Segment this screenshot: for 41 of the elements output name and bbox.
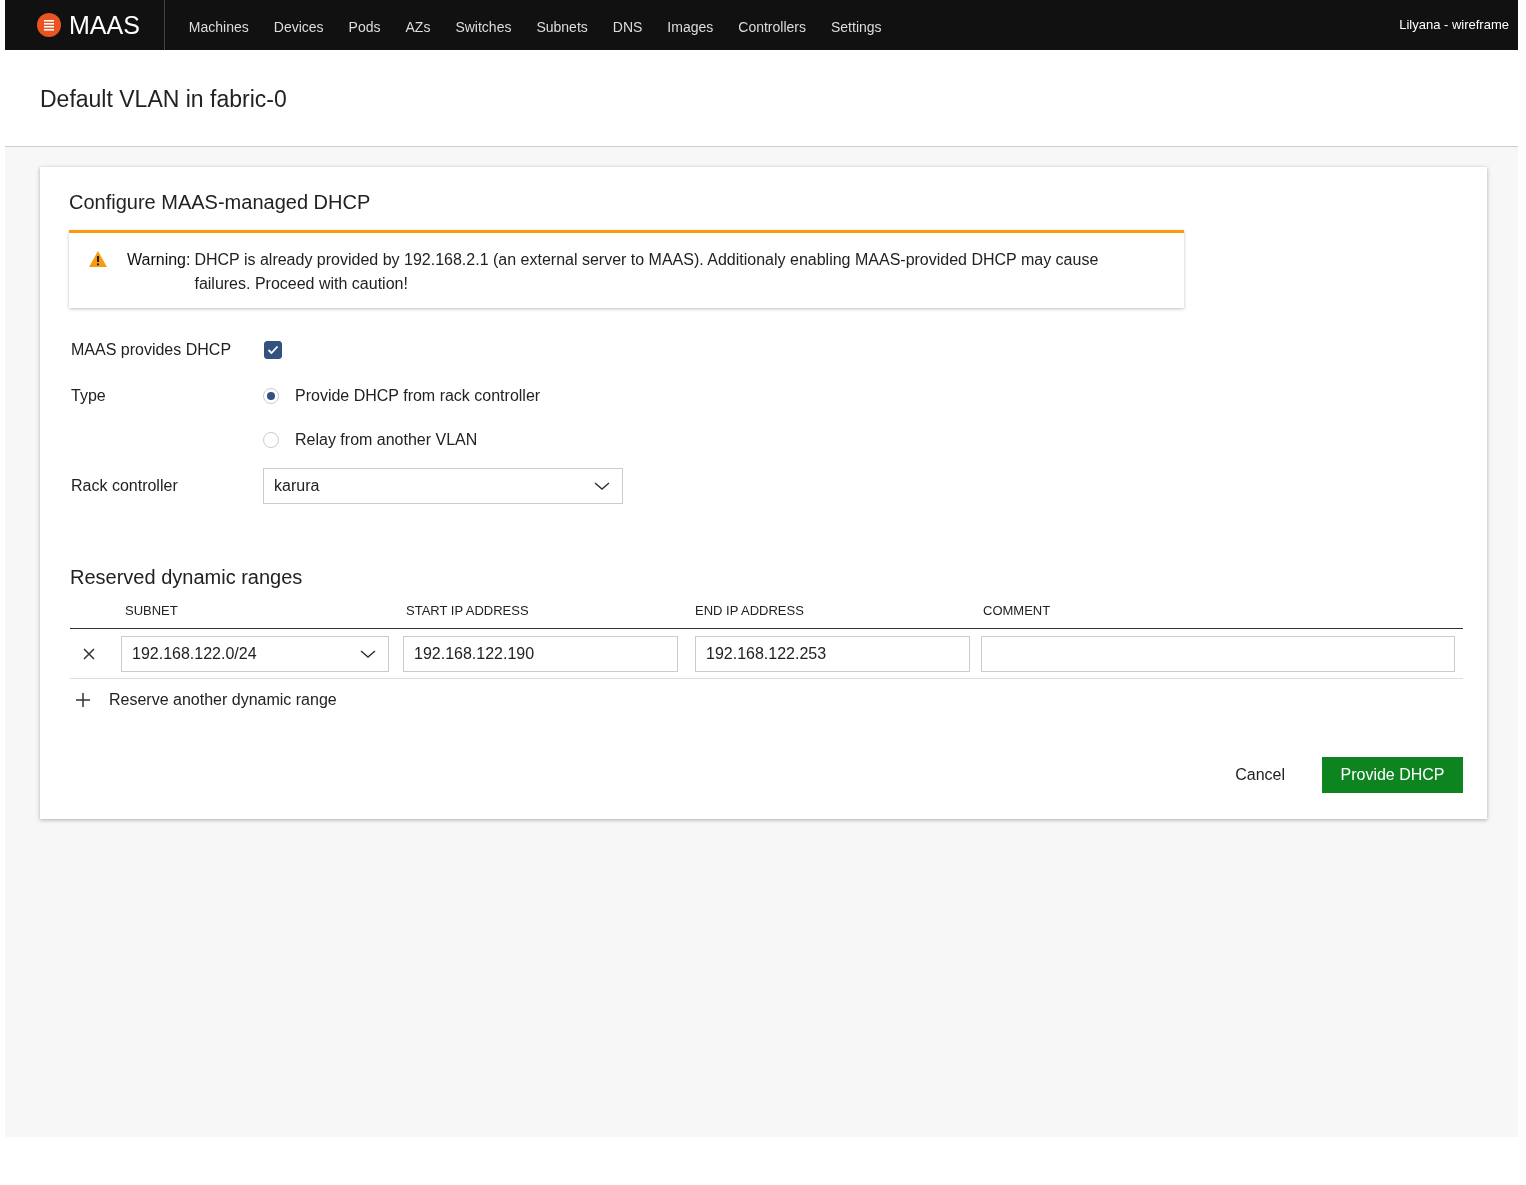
field-label: MAAS provides DHCP: [70, 340, 233, 360]
warning-icon: [88, 250, 108, 268]
nav-link[interactable]: Pods: [348, 19, 381, 35]
warning-label: Warning:: [127, 250, 191, 270]
rack-controller-select[interactable]: karura: [263, 468, 623, 504]
column-header: SUBNET: [124, 603, 179, 618]
column-header: START IP ADDRESS: [405, 603, 530, 618]
field-label: Type: [70, 386, 107, 406]
field-label: Rack controller: [70, 476, 179, 496]
chevron-down-icon: [360, 649, 376, 659]
column-header: END IP ADDRESS: [694, 603, 805, 618]
user-link[interactable]: Lilyana - wireframe: [1399, 16, 1518, 32]
plus-icon: [76, 693, 90, 707]
column-header: COMMENT: [982, 603, 1052, 618]
input-field[interactable]: 192.168.122.190: [403, 636, 678, 672]
radio-label: Provide DHCP from rack controller: [295, 386, 541, 406]
nav-link[interactable]: Switches: [455, 19, 512, 35]
nav-link[interactable]: Images: [667, 19, 714, 35]
nav-link[interactable]: AZs: [405, 19, 431, 35]
chevron-down-icon: [594, 481, 610, 491]
nav-link[interactable]: Controllers: [738, 19, 806, 35]
card-title: Configure MAAS-managed DHCP: [69, 191, 372, 214]
radio-label: Relay from another VLAN: [295, 430, 478, 450]
checkbox[interactable]: [264, 341, 282, 359]
add-range-link[interactable]: Reserve another dynamic range: [109, 691, 337, 709]
nav-link[interactable]: Devices: [273, 19, 324, 35]
nav-link[interactable]: Machines: [188, 19, 249, 35]
close-icon: [82, 648, 95, 660]
nav-link[interactable]: Settings: [831, 19, 882, 35]
logo-text: MAAS: [69, 10, 140, 40]
input-field[interactable]: 192.168.122.253: [695, 636, 970, 672]
nav-link[interactable]: DNS: [612, 19, 643, 35]
check-icon: [267, 345, 279, 355]
provide-dhcp-button[interactable]: Provide DHCP: [1322, 757, 1463, 793]
logo-icon: [37, 13, 61, 37]
input-field[interactable]: [981, 636, 1455, 672]
subnet-select[interactable]: 192.168.122.0/24: [121, 636, 389, 672]
page-title: Default VLAN in fabric-0: [40, 84, 287, 113]
section-title: Reserved dynamic ranges: [70, 566, 304, 589]
nav-link[interactable]: Subnets: [536, 19, 588, 35]
warning-message: DHCP is already provided by 192.168.2.1 (an external server to MAAS). Additionaly enabling MAAS-provided DHCP may cause failures. Proceed with caution!: [194, 250, 1100, 294]
